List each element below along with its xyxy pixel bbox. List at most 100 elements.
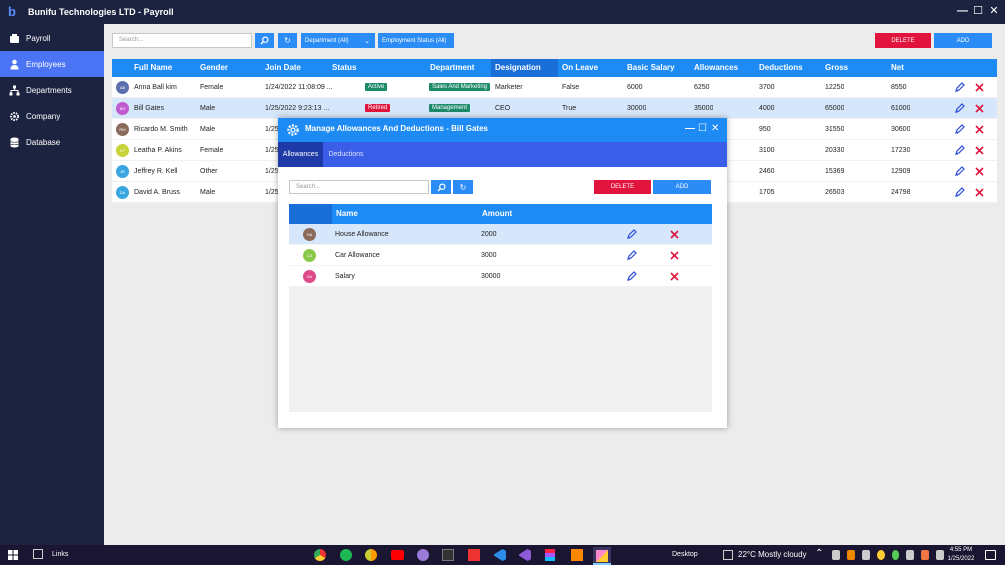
tab-deductions[interactable]: Deductions xyxy=(323,142,369,167)
add-button[interactable]: ADD xyxy=(934,33,992,48)
weather-text[interactable]: 22°C Mostly cloudy xyxy=(738,550,807,559)
search-button[interactable] xyxy=(255,33,274,48)
jetbrains-icon[interactable] xyxy=(468,549,480,561)
column-header-basic-salary[interactable]: Basic Salary xyxy=(627,59,675,77)
chrome-icon[interactable] xyxy=(314,549,326,561)
delete-icon[interactable] xyxy=(974,187,985,198)
sidebar-item-label: Payroll xyxy=(26,33,51,43)
xampp-icon[interactable] xyxy=(571,549,583,561)
vscode-icon[interactable] xyxy=(494,549,506,561)
delete-icon[interactable] xyxy=(974,124,985,135)
tray-chevron-up-icon[interactable]: ⌃ xyxy=(815,548,823,559)
list-item[interactable]: HA House Allowance 2000 xyxy=(289,224,712,245)
edit-icon[interactable] xyxy=(954,124,965,135)
app-title: Bunifu Technologies LTD - Payroll xyxy=(28,7,174,17)
list-item[interactable]: SA Salary 30000 xyxy=(289,266,712,287)
start-button[interactable] xyxy=(8,550,18,562)
cell-designation: CEO xyxy=(495,105,511,112)
chrome-canary-icon[interactable] xyxy=(365,549,377,561)
desktop-toolbar[interactable]: Desktop xyxy=(672,551,698,558)
column-header-gender[interactable]: Gender xyxy=(200,59,228,77)
edit-icon[interactable] xyxy=(954,103,965,114)
dialog-search-button[interactable] xyxy=(431,180,451,194)
dialog-add-button[interactable]: ADD xyxy=(653,180,711,194)
table-row[interactable]: AB Anna Ball kim Female 1/24/2022 11:08:09 … xyxy=(112,77,997,98)
clock[interactable]: 4:55 PM 1/25/2022 xyxy=(944,546,978,564)
clock-time: 4:55 PM xyxy=(949,547,973,553)
cell-deductions: 2460 xyxy=(759,168,775,175)
edit-icon[interactable] xyxy=(954,82,965,93)
table-row[interactable]: BG Bill Gates Male 1/25/2022 9:23:13 ... CEO… xyxy=(112,98,997,119)
links-toolbar[interactable]: Links xyxy=(52,551,68,558)
sidebar-item-company[interactable]: Company xyxy=(0,103,104,129)
visual-studio-icon[interactable] xyxy=(519,549,531,561)
column-header-name[interactable]: Name xyxy=(336,204,358,224)
maximize-button[interactable]: ☐ xyxy=(973,4,983,18)
delete-icon[interactable] xyxy=(669,229,680,240)
column-header-designation[interactable]: Designation xyxy=(491,59,558,77)
column-header-net[interactable]: Net xyxy=(891,59,904,77)
search-icon xyxy=(260,36,269,45)
delete-icon[interactable] xyxy=(974,166,985,177)
search-input[interactable]: Search... xyxy=(112,33,252,48)
delete-icon[interactable] xyxy=(974,103,985,114)
list-item[interactable]: CA Car Allowance 3000 xyxy=(289,245,712,266)
sidebar-item-employees[interactable]: Employees xyxy=(0,51,104,77)
spotify-icon[interactable] xyxy=(340,549,352,561)
chevron-down-icon: ⌄ xyxy=(364,37,370,45)
delete-icon[interactable] xyxy=(974,145,985,156)
cell-department: Sales And Marketing xyxy=(429,77,491,98)
column-header-gross[interactable]: Gross xyxy=(825,59,848,77)
dialog-search-input[interactable]: Search... xyxy=(289,180,429,194)
department-filter-dropdown[interactable]: Department (All) ⌄ xyxy=(301,33,375,48)
youtube-icon[interactable] xyxy=(391,550,404,560)
github-icon[interactable] xyxy=(417,549,429,561)
sidebar-item-payroll[interactable]: Payroll xyxy=(0,25,104,51)
delete-icon[interactable] xyxy=(974,82,985,93)
cell-net: 24798 xyxy=(891,189,911,196)
avatar: DA xyxy=(116,186,129,199)
edit-icon[interactable] xyxy=(626,271,637,282)
sidebar-item-database[interactable]: Database xyxy=(0,129,104,155)
cell-basic-salary: 6000 xyxy=(627,84,643,91)
dialog-delete-button[interactable]: DELETE xyxy=(594,180,651,194)
tab-allowances[interactable]: Allowances xyxy=(278,142,323,167)
column-header-full-name[interactable]: Full Name xyxy=(134,59,172,77)
bunifu-logo-icon: b xyxy=(8,4,16,19)
refresh-button[interactable]: ↻ xyxy=(278,33,297,48)
column-header-amount[interactable]: Amount xyxy=(482,204,512,224)
delete-button[interactable]: DELETE xyxy=(875,33,931,48)
column-header-allowances[interactable]: Allowances xyxy=(694,59,738,77)
dialog-minimize-button[interactable]: — xyxy=(685,123,695,135)
column-header-deductions[interactable]: Deductions xyxy=(759,59,803,77)
delete-icon[interactable] xyxy=(669,271,680,282)
figma-icon[interactable] xyxy=(545,549,555,561)
dialog-refresh-button[interactable]: ↻ xyxy=(453,180,473,194)
column-header-department[interactable]: Department xyxy=(430,59,474,77)
edit-icon[interactable] xyxy=(954,145,965,156)
close-button[interactable]: ✕ xyxy=(989,4,999,18)
cell-join-date: 1/25/2022 9:23:13 ... xyxy=(265,105,330,112)
edit-icon[interactable] xyxy=(954,187,965,198)
delete-icon[interactable] xyxy=(669,250,680,261)
employment-status-filter-dropdown[interactable]: Employment Status (All) xyxy=(378,33,454,48)
sidebar-item-departments[interactable]: Departments xyxy=(0,77,104,103)
column-header-join-date[interactable]: Join Date xyxy=(265,59,301,77)
edit-icon[interactable] xyxy=(626,229,637,240)
dialog-close-button[interactable]: ✕ xyxy=(711,123,719,135)
dialog-maximize-button[interactable]: ☐ xyxy=(698,123,707,135)
notifications-icon[interactable] xyxy=(985,550,996,560)
cell-gross: 20330 xyxy=(825,147,845,154)
edit-icon[interactable] xyxy=(954,166,965,177)
tray-icons[interactable] xyxy=(832,550,944,560)
clock-date: 1/25/2022 xyxy=(947,556,975,562)
terminal-icon[interactable] xyxy=(442,549,454,561)
cell-deductions: 4000 xyxy=(759,105,775,112)
edit-icon[interactable] xyxy=(626,250,637,261)
bunifu-app-icon[interactable] xyxy=(593,547,611,565)
minimize-button[interactable]: — xyxy=(957,4,968,18)
column-header-status[interactable]: Status xyxy=(332,59,356,77)
task-view-icon[interactable] xyxy=(33,549,43,559)
column-header-on-leave[interactable]: On Leave xyxy=(562,59,598,77)
cell-full-name: Jeffrey R. Kell xyxy=(134,168,178,175)
